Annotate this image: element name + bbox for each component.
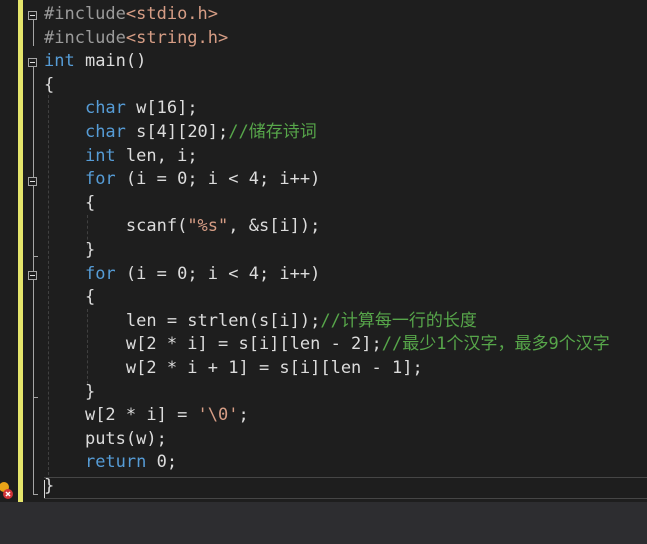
code-token: len = strlen(s[i]); [125,310,321,331]
keyword: for [84,263,116,284]
code-line[interactable]: } [44,239,610,263]
code-line[interactable]: #include<string.h> [44,27,610,51]
code-text[interactable]: #include<stdio.h> #include<string.h> int… [44,3,610,498]
fold-end-for1 [33,256,38,257]
code-line[interactable]: for (i = 0; i < 4; i++) [44,263,610,287]
code-token: (i = 0; i < 4; i++) [115,263,321,284]
fold-toggle-includes-icon[interactable] [28,11,37,20]
code-line[interactable]: int len, i; [44,145,610,169]
code-token: len, i; [115,145,198,166]
comment: //计算每一行的长度 [320,310,477,331]
code-line[interactable]: scanf("%s", &s[i]); [44,215,610,239]
code-token: { [44,74,55,95]
code-token: w[2 * i] = s[i][len - 2]; [125,334,382,355]
comment: //储存诗词 [228,121,317,142]
code-token: w[16]; [125,98,198,119]
code-line[interactable]: for (i = 0; i < 4; i++) [44,168,610,192]
fold-line-main [33,67,34,494]
keyword: return [84,452,147,473]
code-line[interactable]: char w[16]; [44,97,610,121]
code-line[interactable]: return 0; [44,451,610,475]
code-line[interactable]: w[2 * i] = s[i][len - 2];//最少1个汉字，最多9个汉字 [44,333,610,357]
code-token: } [84,239,96,260]
preprocessor-directive: #include [44,27,126,48]
code-line[interactable]: len = strlen(s[i]);//计算每一行的长度 [44,310,610,334]
code-token: w[2 * i + 1] = s[i][len - 1]; [125,357,423,378]
code-line[interactable]: { [44,74,610,98]
code-token: , &s[i]); [228,216,321,237]
keyword: int [44,51,75,72]
char-literal: '\0' [197,405,239,426]
code-line[interactable]: w[2 * i + 1] = s[i][len - 1]; [44,357,610,381]
fold-end-for2 [33,397,38,398]
code-token: } [44,475,55,496]
code-token: (i = 0; i < 4; i++) [115,169,321,190]
include-path: <stdio.h> [125,4,219,24]
comment: //最少1个汉字，最多9个汉字 [381,334,610,355]
code-token: 0; [146,452,178,473]
glyph-margin[interactable] [0,0,18,502]
keyword: char [84,98,126,119]
fold-line-includes [33,20,34,46]
keyword: for [84,169,116,190]
code-line[interactable]: int main() [44,50,610,74]
code-token: main() [74,51,147,72]
code-line[interactable]: { [44,192,610,216]
code-token: scanf( [125,216,188,237]
fold-end-main [33,494,38,495]
fold-toggle-for2-icon[interactable] [28,271,37,280]
keyword: char [84,121,126,142]
code-line[interactable]: } [44,475,610,499]
code-line[interactable]: char s[4][20];//储存诗词 [44,121,610,145]
code-line[interactable]: w[2 * i] = '\0'; [44,404,610,428]
string-literal: "%s" [187,216,229,237]
code-token: } [84,381,96,402]
code-token: { [84,192,96,213]
code-line[interactable]: puts(w); [44,428,610,452]
code-token: w[2 * i] = [84,405,198,426]
text-cursor [44,480,45,498]
code-line[interactable]: { [44,286,610,310]
include-path: <string.h> [125,27,229,48]
fold-toggle-for1-icon[interactable] [28,177,37,186]
code-editor[interactable]: #include<stdio.h> #include<string.h> int… [0,0,647,502]
code-token: { [84,287,96,308]
code-line[interactable]: #include<stdio.h> [44,3,610,27]
preprocessor-directive: #include [44,4,126,24]
keyword: int [84,145,116,166]
code-token: s[4][20]; [125,121,229,142]
code-token: ; [238,405,249,426]
code-token: puts(w); [84,428,167,449]
fold-toggle-main-icon[interactable] [28,58,37,67]
error-icon[interactable] [0,480,14,500]
editor-bottom-panel [0,502,647,544]
code-line[interactable]: } [44,381,610,405]
